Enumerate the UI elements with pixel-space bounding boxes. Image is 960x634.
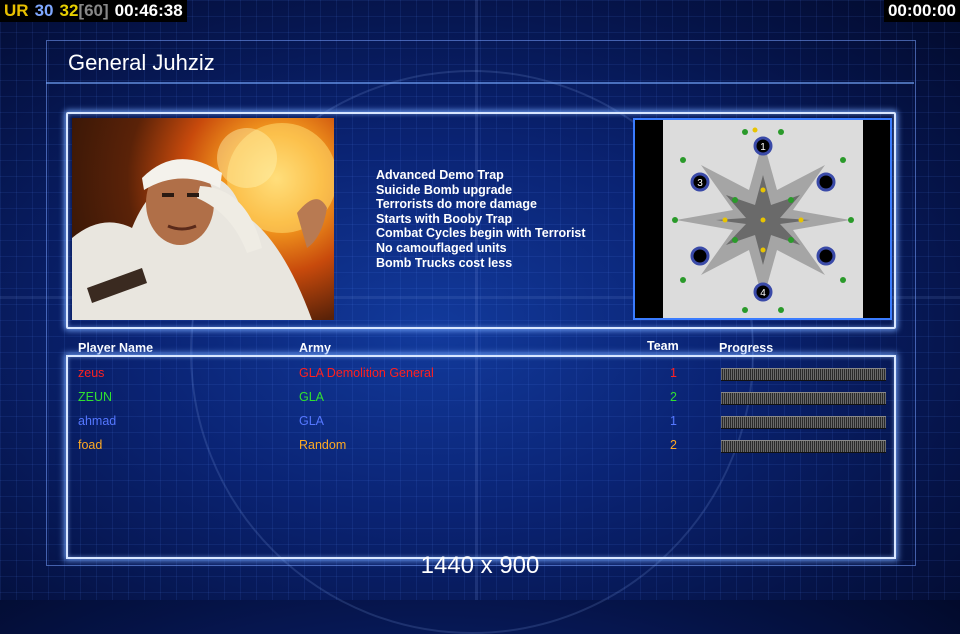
portrait-icon <box>72 123 334 320</box>
hud-timer: 00:00:00 <box>883 0 960 22</box>
map-label: 4 <box>760 288 766 299</box>
map-label: 3 <box>697 178 703 189</box>
feature-item: Advanced Demo Trap <box>376 168 504 182</box>
progress-bar <box>721 368 886 381</box>
player-name: foad <box>78 438 103 452</box>
feature-item: No camouflaged units <box>376 240 507 255</box>
header-progress: Progress <box>719 341 774 355</box>
map-preview-image: 1 3 4 <box>635 120 890 318</box>
resolution-label: 1440 x 900 <box>420 552 540 579</box>
hud-stats: UR 30 32 [60] 00:46:38 <box>0 0 187 22</box>
table-row: foad Random 2 <box>0 438 960 456</box>
player-army: GLA Demolition General <box>299 366 434 380</box>
progress-bar <box>721 440 886 453</box>
hud-fps: 30 <box>34 1 54 20</box>
map-preview: 1 3 4 <box>633 118 892 320</box>
progress-bar <box>721 392 886 405</box>
header-team: Team <box>647 339 679 353</box>
player-team: 1 <box>670 414 677 428</box>
player-name: ZEUN <box>78 390 113 404</box>
feature-item: Bomb Trucks cost less <box>376 255 513 270</box>
table-row: zeus GLA Demolition General 1 <box>0 366 960 384</box>
player-name: ahmad <box>78 414 117 428</box>
player-army: Random <box>299 438 347 452</box>
table-row: ZEUN GLA 2 <box>0 390 960 408</box>
map-label: 1 <box>760 142 766 153</box>
player-name: zeus <box>78 366 105 380</box>
hud-fps-limit: [60] <box>78 1 109 20</box>
header-army: Army <box>299 341 331 355</box>
feature-item: Suicide Bomb upgrade <box>376 182 513 197</box>
player-team: 2 <box>670 390 677 404</box>
player-army: GLA <box>299 390 325 404</box>
feature-item: Combat Cycles begin with Terrorist <box>376 226 586 241</box>
feature-item: Terrorists do more damage <box>376 197 537 212</box>
hud-fps-secondary: 32 <box>59 1 79 20</box>
player-team: 2 <box>670 438 677 452</box>
player-team: 1 <box>670 366 677 380</box>
player-army: GLA <box>299 414 325 428</box>
players-panel <box>66 355 896 559</box>
general-features-list: Advanced Demo Trap Suicide Bomb upgrade … <box>376 168 586 270</box>
page-title: General Juhziz <box>68 50 215 75</box>
progress-bar <box>721 416 886 429</box>
hud-elapsed-time: 00:46:38 <box>114 1 183 20</box>
general-portrait <box>72 118 334 320</box>
hud-game-label: UR <box>4 1 29 20</box>
header-player-name: Player Name <box>78 341 154 355</box>
feature-item: Starts with Booby Trap <box>376 211 513 226</box>
table-row: ahmad GLA 1 <box>0 414 960 432</box>
